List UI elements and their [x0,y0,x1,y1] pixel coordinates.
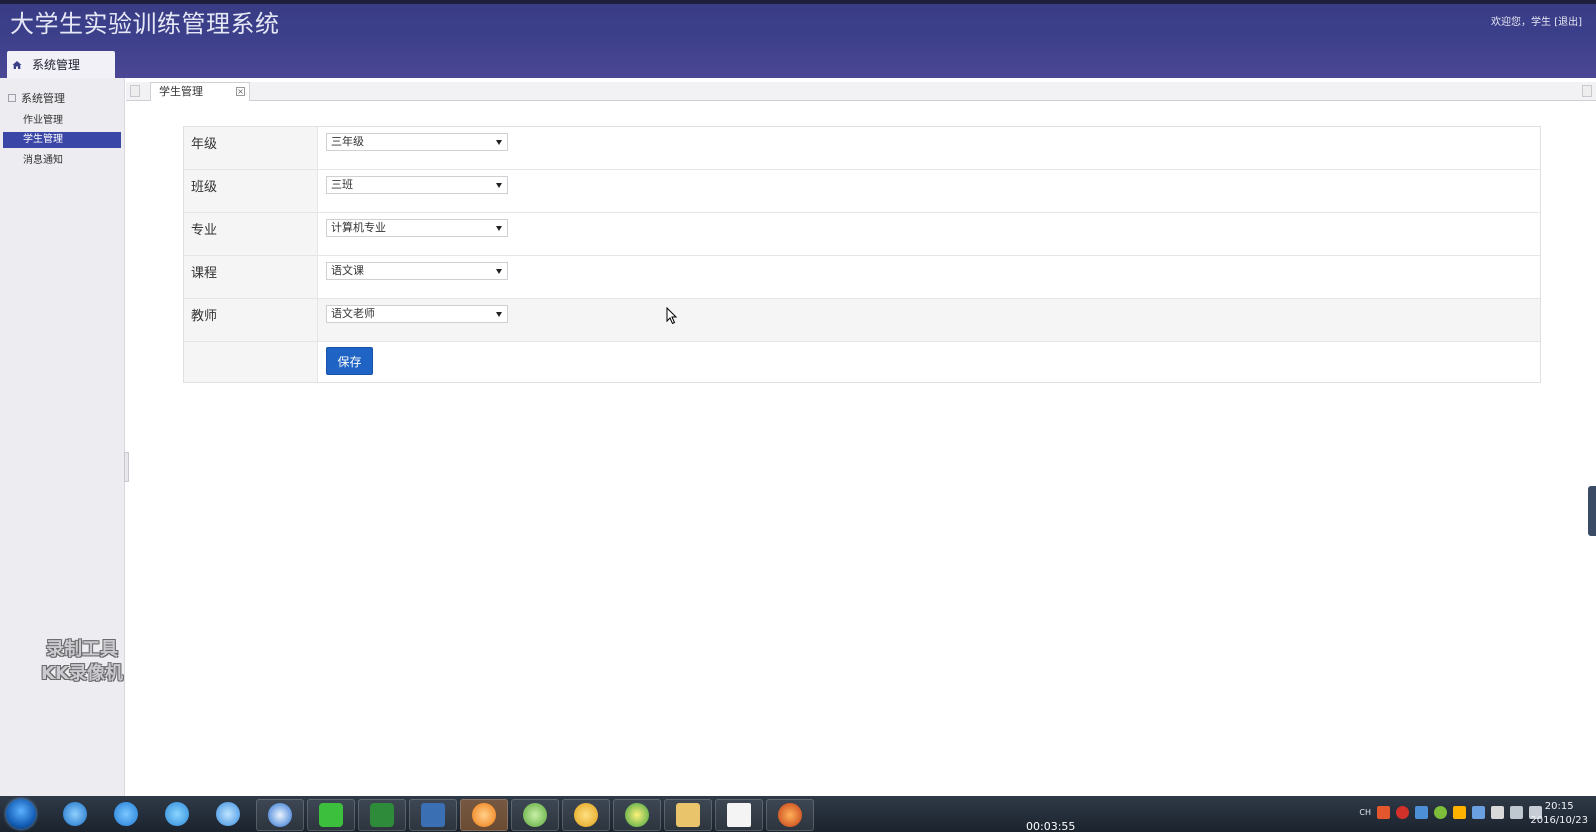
taskbar-folder-icon[interactable] [664,799,712,831]
dropdown-arrow-icon [496,226,502,231]
dropdown-arrow-icon [496,183,502,188]
welcome-area: 欢迎您，学生 [退出] [1491,13,1582,28]
language-indicator[interactable]: CH [1359,808,1371,817]
teacher-select[interactable]: 语文老师 [326,305,508,323]
network-icon[interactable] [1510,806,1523,819]
taskbar-cloud-icon[interactable] [103,799,149,829]
tab-student-management[interactable]: 学生管理 × [150,82,250,101]
actions-label-cell [184,342,318,382]
clock[interactable]: 20:15 2016/10/23 [1530,800,1588,828]
form-row-actions: 保存 [184,342,1540,382]
clock-date: 2016/10/23 [1530,815,1588,826]
taskbar-media-icon[interactable] [613,799,661,831]
taskbar-leaf-icon[interactable] [511,799,559,831]
major-label: 专业 [184,213,318,255]
student-form: 年级 三年级 班级 三班 专业 计算机专业 课程 语文课 教师 语文老师 保存 [183,126,1541,383]
save-button[interactable]: 保存 [326,347,373,375]
form-row-teacher: 教师 语文老师 [184,299,1540,342]
course-select-value: 语文课 [331,264,364,277]
flag-icon[interactable] [1491,806,1504,819]
grade-label: 年级 [184,127,318,169]
taskbar-sogou-icon[interactable] [256,799,304,831]
form-row-major: 专业 计算机专业 [184,213,1540,256]
taskbar-excel-icon[interactable] [358,799,406,831]
sidebar: 系统管理 作业管理 学生管理 消息通知 录制工具 KK录像机 [0,78,125,796]
teacher-label: 教师 [184,299,318,341]
taskbar-document-icon[interactable] [715,799,763,831]
collapse-box-icon [8,94,16,102]
tab-scroll-left-button[interactable] [130,85,140,97]
class-label: 班级 [184,170,318,212]
watermark-line1: 录制工具 [46,639,118,660]
tabs-strip: 学生管理 × [126,82,1596,101]
sidebar-item-notifications[interactable]: 消息通知 [3,153,121,169]
taskbar: CH 20:15 2016/10/23 [0,796,1596,832]
logout-link[interactable]: [退出] [1554,17,1582,28]
recording-timer: 00:03:55 [1026,820,1076,833]
input-method-icon[interactable] [1377,806,1390,819]
recorder-watermark: 录制工具 KK录像机 [24,638,140,686]
shield-icon[interactable] [1415,806,1428,819]
form-row-grade: 年级 三年级 [184,127,1540,170]
course-select[interactable]: 语文课 [326,262,508,280]
menu-tab-system-management[interactable]: 系统管理 [7,51,115,78]
security-icon[interactable] [1434,806,1447,819]
taskbar-recorder-icon[interactable] [766,799,814,831]
sidebar-collapse-handle[interactable] [124,452,129,482]
system-tray: CH [1359,806,1542,819]
home-icon [12,60,22,69]
taskbar-mail-icon[interactable] [205,799,251,829]
right-edge-scroll-widget[interactable] [1588,486,1596,536]
teacher-select-value: 语文老师 [331,307,375,320]
course-label: 课程 [184,256,318,298]
network-app-icon[interactable] [1472,806,1485,819]
major-select-value: 计算机专业 [331,221,386,234]
clock-time: 20:15 [1544,801,1574,812]
menu-tab-label: 系统管理 [32,58,81,72]
taskbar-qq-icon[interactable] [562,799,610,831]
class-select[interactable]: 三班 [326,176,508,194]
taskbar-server-icon[interactable] [409,799,457,831]
app-header: 大学生实验训练管理系统 欢迎您，学生 [退出] 系统管理 [0,0,1596,78]
dropdown-arrow-icon [496,312,502,317]
sidebar-group-label: 系统管理 [21,92,65,105]
sidebar-item-homework[interactable]: 作业管理 [3,113,121,129]
watermark-line2: KK录像机 [41,663,123,684]
antivirus-icon[interactable] [1396,806,1409,819]
sidebar-group-system-management[interactable]: 系统管理 [8,90,65,106]
grade-select[interactable]: 三年级 [326,133,508,151]
tab-scroll-right-button[interactable] [1582,85,1592,97]
start-button[interactable] [6,799,36,829]
app-title: 大学生实验训练管理系统 [10,10,280,38]
form-row-class: 班级 三班 [184,170,1540,213]
form-row-course: 课程 语文课 [184,256,1540,299]
close-icon[interactable]: × [236,87,245,96]
class-select-value: 三班 [331,178,353,191]
taskbar-iqiyi-icon[interactable] [307,799,355,831]
taskbar-orange-app-icon[interactable] [460,799,508,831]
qq-tray-icon[interactable] [1453,806,1466,819]
welcome-text: 欢迎您，学生 [1491,17,1551,28]
taskbar-ie-icon[interactable] [52,799,98,829]
sidebar-item-students[interactable]: 学生管理 [3,132,121,148]
taskbar-app-icon[interactable] [154,799,200,829]
major-select[interactable]: 计算机专业 [326,219,508,237]
tab-label: 学生管理 [159,85,203,98]
mouse-cursor-icon [666,307,678,325]
dropdown-arrow-icon [496,140,502,145]
grade-select-value: 三年级 [331,135,364,148]
dropdown-arrow-icon [496,269,502,274]
